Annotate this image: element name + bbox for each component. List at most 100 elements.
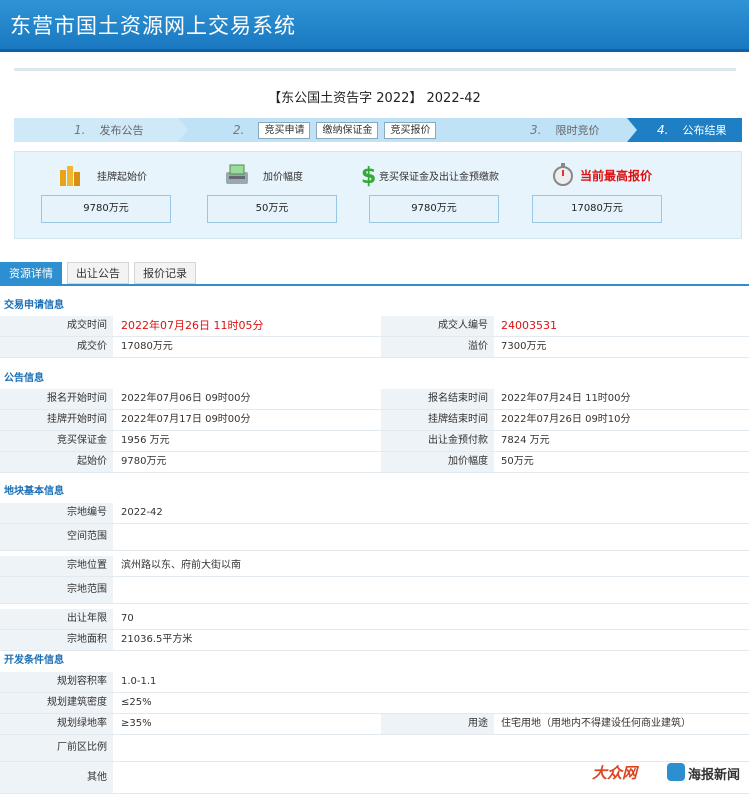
divider: [14, 68, 736, 71]
field-value: 1956 万元: [121, 435, 170, 446]
field-label: 出让金预付款: [381, 431, 494, 451]
pay-deposit-button[interactable]: 缴纳保证金: [316, 121, 379, 139]
table-row: 报名开始时间 2022年07月06日 09时00分 报名结束时间 2022年07…: [0, 389, 749, 410]
field-value: [121, 762, 376, 793]
field-value: 17080万元: [121, 341, 173, 352]
step-label: 发布公告: [99, 124, 144, 137]
field-value: 21036.5平方米: [121, 634, 193, 645]
step-label: 限时竞价: [555, 124, 600, 137]
step-timed-bidding: 3. 限时竞价: [475, 118, 640, 142]
field-label: 其他: [0, 762, 113, 793]
stopwatch-icon: [553, 163, 573, 186]
field-label: 成交价: [0, 337, 113, 357]
table-row: 出让年限 70: [0, 609, 749, 630]
price-summary: 挂牌起始价 9780万元 加价幅度 50万元 $ 竞买保证金及出让金预缴款 97…: [14, 151, 742, 239]
field-label: 用途: [381, 714, 494, 734]
field-value: 1.0-1.1: [121, 676, 157, 687]
field-label: 宗地位置: [0, 556, 113, 576]
price-label: 竞买保证金及出让金预缴款: [379, 172, 499, 183]
table-row: 挂牌开始时间 2022年07月17日 09时00分 挂牌结束时间 2022年07…: [0, 410, 749, 431]
tab-bid-records[interactable]: 报价记录: [134, 262, 196, 284]
table-row: 宗地范围: [0, 577, 749, 604]
table-row: 空间范围: [0, 524, 749, 551]
field-value: 2022年07月24日 11时00分: [501, 393, 631, 404]
field-label: 成交人编号: [381, 316, 494, 336]
land-table: 宗地编号 2022-42 空间范围 宗地位置 滨州路以东、府前大街以南 宗地范围…: [0, 503, 749, 651]
table-row: 规划绿地率 ≥35% 用途 住宅用地（用地内不得建设任何商业建筑）: [0, 714, 749, 735]
coins-icon: [60, 166, 80, 186]
field-value: 70: [121, 613, 134, 624]
field-label: 宗地面积: [0, 630, 113, 650]
field-value: 住宅用地（用地内不得建设任何商业建筑）: [501, 718, 691, 729]
price-value: 9780万元: [369, 195, 499, 223]
step-result: 4. 公布结果: [627, 118, 742, 142]
apply-button[interactable]: 竞买申请: [258, 121, 311, 139]
field-value: 滨州路以东、府前大街以南: [121, 560, 241, 571]
field-label: 报名开始时间: [0, 389, 113, 409]
field-value: [121, 735, 376, 761]
field-label: 溢价: [381, 337, 494, 357]
table-row: 起始价 9780万元 加价幅度 50万元: [0, 452, 749, 473]
trade-table: 成交时间 2022年07月26日 11时05分 成交人编号 24003531 成…: [0, 316, 749, 358]
table-row: 规划容积率 1.0-1.1: [0, 672, 749, 693]
field-label: 规划建筑密度: [0, 693, 113, 713]
price-value: 17080万元: [532, 195, 662, 223]
section-title-dev: 开发条件信息: [4, 655, 64, 666]
table-row: 成交价 17080万元 溢价 7300万元: [0, 337, 749, 358]
field-value: [121, 577, 376, 603]
app-header: 东营市国土资源网上交易系统: [0, 0, 749, 52]
price-label: 加价幅度: [263, 172, 303, 183]
field-value: 2022年07月06日 09时00分: [121, 393, 251, 404]
field-value: 50万元: [501, 456, 534, 467]
table-row: 宗地位置 滨州路以东、府前大街以南: [0, 556, 749, 577]
step-number: 3.: [530, 123, 542, 137]
haibao-logo-icon: [667, 763, 685, 781]
step-number: 1.: [74, 123, 86, 137]
section-title-trade: 交易申请信息: [4, 300, 64, 311]
price-label: 挂牌起始价: [97, 172, 147, 183]
announcement-title: 【东公国土资告字 2022】 2022-42: [268, 91, 481, 106]
section-title-land: 地块基本信息: [4, 486, 64, 497]
app-title: 东营市国土资源网上交易系统: [10, 14, 296, 38]
price-label: 当前最高报价: [580, 169, 653, 183]
step-bidding: 2. 竞买申请 缴纳保证金 竞买报价: [178, 118, 488, 142]
section-title-notice: 公告信息: [4, 373, 44, 384]
field-label: 宗地编号: [0, 503, 113, 523]
watermark-dazhong: 大众网: [592, 764, 638, 782]
cash-machine-icon: [226, 164, 248, 184]
field-label: 出让年限: [0, 609, 113, 629]
field-value: 7824 万元: [501, 435, 550, 446]
field-value: 2022年07月26日 09时10分: [501, 414, 631, 425]
price-value: 50万元: [207, 195, 337, 223]
watermark-haibao: 海报新闻: [688, 768, 741, 783]
field-label: 竞买保证金: [0, 431, 113, 451]
field-value: 24003531: [501, 319, 557, 332]
field-label: 空间范围: [0, 524, 113, 550]
table-row: 宗地编号 2022-42: [0, 503, 749, 524]
field-label: 规划绿地率: [0, 714, 113, 734]
bid-button[interactable]: 竞买报价: [384, 121, 437, 139]
field-value: ≤25%: [121, 697, 152, 708]
step-number: 2.: [233, 123, 245, 137]
tab-transfer-notice[interactable]: 出让公告: [67, 262, 129, 284]
table-row: 宗地面积 21036.5平方米: [0, 630, 749, 651]
field-label: 厂前区比例: [0, 735, 113, 761]
step-number: 4.: [657, 123, 669, 137]
field-label: 加价幅度: [381, 452, 494, 472]
table-row: 竞买保证金 1956 万元 出让金预付款 7824 万元: [0, 431, 749, 452]
field-label: 报名结束时间: [381, 389, 494, 409]
field-label: 成交时间: [0, 316, 113, 336]
field-value: [121, 524, 376, 550]
field-label: 规划容积率: [0, 672, 113, 692]
notice-table: 报名开始时间 2022年07月06日 09时00分 报名结束时间 2022年07…: [0, 389, 749, 473]
table-row: 厂前区比例: [0, 735, 749, 762]
field-value: 2022年07月17日 09时00分: [121, 414, 251, 425]
field-value: ≥35%: [121, 718, 152, 729]
field-value: 2022-42: [121, 507, 163, 518]
step-publish: 1. 发布公告: [14, 118, 192, 142]
field-label: 挂牌开始时间: [0, 410, 113, 430]
field-label: 挂牌结束时间: [381, 410, 494, 430]
progress-steps: 1. 发布公告 2. 竞买申请 缴纳保证金 竞买报价 3. 限时竞价 4. 公布…: [14, 118, 742, 142]
price-value: 9780万元: [41, 195, 171, 223]
tab-resource-detail[interactable]: 资源详情: [0, 262, 62, 284]
